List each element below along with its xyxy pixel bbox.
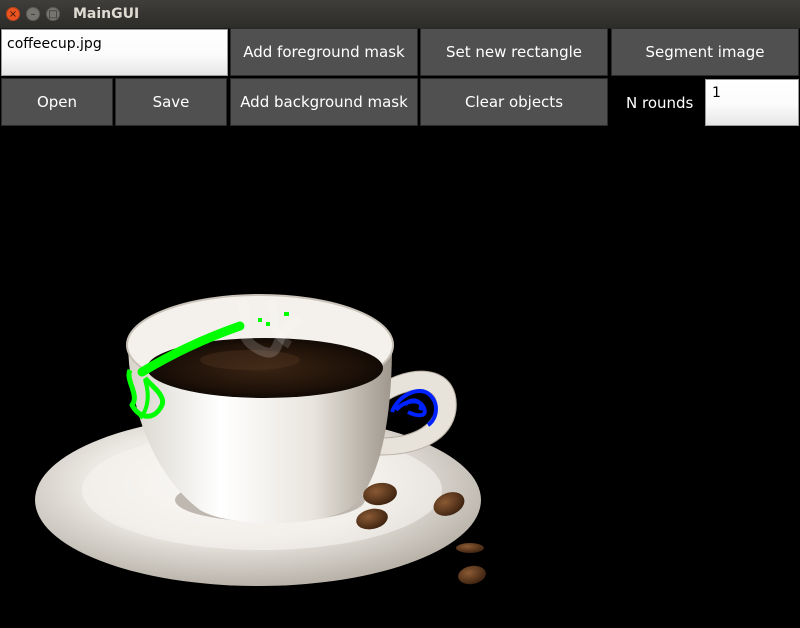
background-mask-strokes	[390, 389, 438, 427]
n-rounds-input[interactable]: 1	[705, 79, 799, 126]
add-foreground-mask-button[interactable]: Add foreground mask	[230, 28, 418, 76]
coffee-cup-image	[35, 294, 486, 586]
window-title: MainGUI	[73, 6, 140, 22]
add-background-mask-button[interactable]: Add background mask	[230, 78, 418, 126]
image-canvas[interactable]	[0, 128, 800, 628]
filename-input[interactable]: coffeecup.jpg	[1, 29, 228, 76]
title-bar: × – □ MainGUI	[0, 0, 800, 29]
clear-objects-button[interactable]: Clear objects	[420, 78, 608, 126]
maximize-icon[interactable]: □	[46, 7, 60, 21]
set-new-rectangle-button[interactable]: Set new rectangle	[420, 28, 608, 76]
save-button[interactable]: Save	[115, 78, 227, 126]
open-button[interactable]: Open	[1, 78, 113, 126]
n-rounds-label: N rounds	[626, 94, 694, 112]
minimize-icon[interactable]: –	[26, 7, 40, 21]
close-icon[interactable]: ×	[6, 7, 20, 21]
segment-image-button[interactable]: Segment image	[611, 28, 799, 76]
